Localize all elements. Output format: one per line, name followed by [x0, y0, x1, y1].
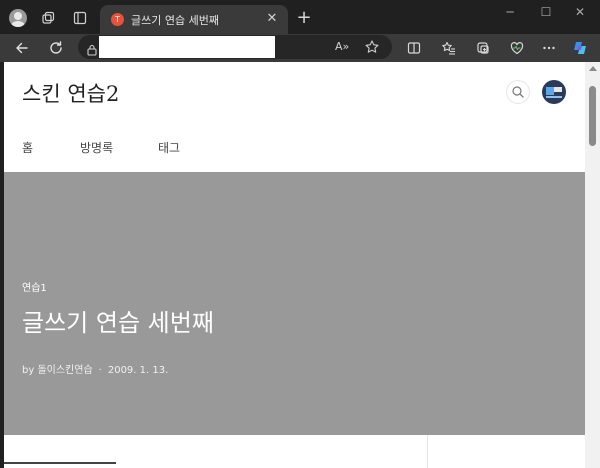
- post-category[interactable]: 연습1: [22, 279, 47, 294]
- tab-actions-icon[interactable]: [68, 6, 92, 30]
- read-aloud-icon[interactable]: A»: [335, 40, 351, 54]
- post-meta: by 돌이스킨연습 · 2009. 1. 13.: [22, 361, 168, 376]
- collections-icon[interactable]: [472, 37, 494, 59]
- heart-pulse-icon[interactable]: [506, 37, 528, 59]
- more-icon[interactable]: [538, 37, 560, 59]
- address-bar[interactable]: A»: [78, 35, 392, 59]
- post-title: 글쓰기 연습 세번째: [22, 309, 214, 337]
- favorites-icon[interactable]: [438, 37, 460, 59]
- favicon-icon: T: [111, 13, 124, 26]
- minimize-icon[interactable]: ─: [496, 4, 524, 20]
- meta-separator: ·: [98, 365, 102, 376]
- maximize-icon[interactable]: ☐: [532, 4, 560, 20]
- web-page: 스킨 연습2 홈 방명록 태그 연습1 글쓰기 연습 세번째 by 돌이스킨연습…: [4, 62, 585, 468]
- new-tab-icon[interactable]: +: [294, 8, 314, 28]
- browser-toolbar: A»: [0, 34, 600, 62]
- back-icon[interactable]: [11, 37, 33, 59]
- nav-item-guestbook[interactable]: 방명록: [80, 139, 113, 156]
- nav-item-home[interactable]: 홈: [22, 139, 33, 156]
- close-tab-icon[interactable]: ✕: [265, 12, 279, 26]
- workspaces-icon[interactable]: [36, 6, 60, 30]
- scrollbar-thumb[interactable]: [589, 86, 596, 146]
- copilot-icon[interactable]: [570, 37, 592, 59]
- star-icon[interactable]: [364, 39, 380, 55]
- browser-window: T 글쓰기 연습 세번째 ✕ + ─ ☐ ✕ A» 스킨 연습2 홈 방명록 태…: [0, 0, 600, 468]
- active-tab[interactable]: T 글쓰기 연습 세번째 ✕: [100, 5, 288, 34]
- divider: [4, 462, 116, 464]
- post-hero: 연습1 글쓰기 연습 세번째 by 돌이스킨연습 · 2009. 1. 13.: [4, 172, 585, 435]
- avatar[interactable]: [542, 80, 566, 104]
- post-author: by 돌이스킨연습: [22, 365, 93, 376]
- divider: [427, 435, 428, 468]
- blog-nav: 홈 방명록 태그: [4, 136, 585, 160]
- split-screen-icon[interactable]: [403, 37, 425, 59]
- blog-title[interactable]: 스킨 연습2: [22, 78, 119, 108]
- lock-icon[interactable]: [86, 41, 98, 56]
- nav-item-tags[interactable]: 태그: [158, 139, 180, 156]
- tab-strip: T 글쓰기 연습 세번째 ✕ + ─ ☐ ✕: [0, 0, 600, 34]
- refresh-icon[interactable]: [45, 37, 67, 59]
- tab-title: 글쓰기 연습 세번째: [131, 14, 219, 27]
- profile-icon[interactable]: [6, 6, 30, 30]
- search-icon[interactable]: [506, 80, 530, 104]
- url-field[interactable]: [99, 36, 275, 58]
- close-window-icon[interactable]: ✕: [566, 4, 594, 20]
- post-date: 2009. 1. 13.: [107, 365, 169, 376]
- scroll-up-icon[interactable]: [589, 66, 597, 71]
- page-scrollbar[interactable]: [585, 62, 600, 468]
